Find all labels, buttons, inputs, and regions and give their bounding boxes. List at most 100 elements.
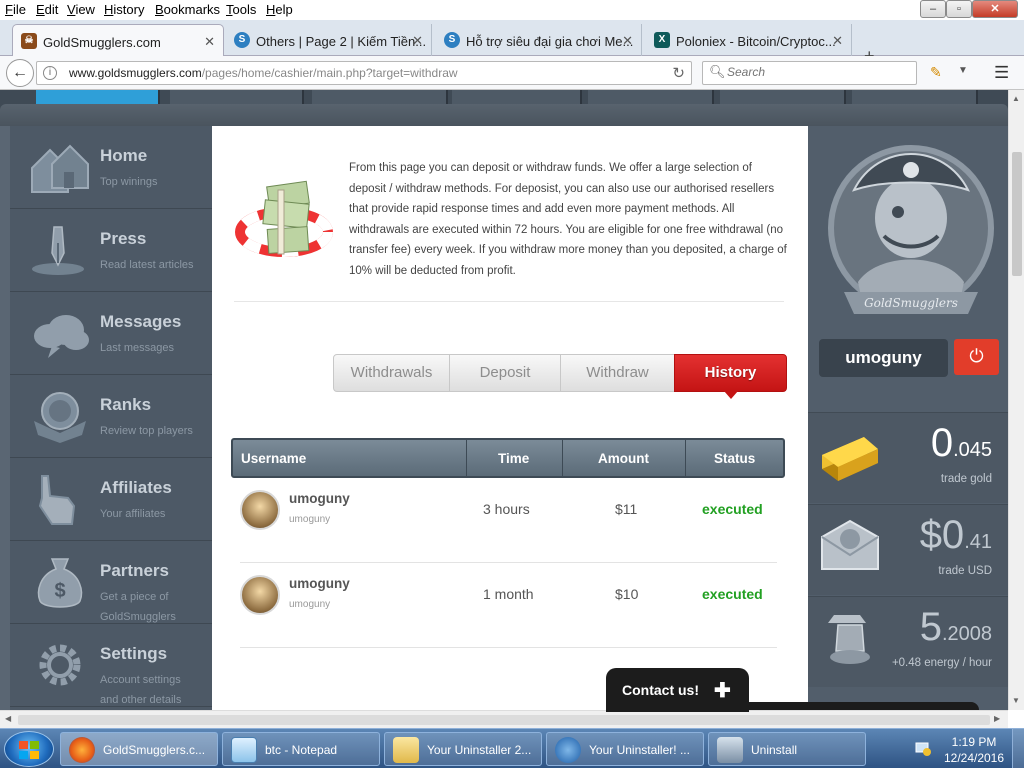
rank-badge-icon [34, 392, 86, 443]
cloud-icon [34, 315, 89, 358]
top-nav-segment[interactable] [852, 90, 978, 104]
scroll-up-icon[interactable]: ▲ [1012, 94, 1020, 103]
tab-withdraw[interactable]: Withdraw [560, 354, 675, 392]
tab-goldsmugglers[interactable]: ☠ GoldSmugglers.com ✕ [12, 24, 224, 56]
minimize-button[interactable]: – [920, 0, 946, 18]
sidebar-item-press[interactable]: Press Read latest articles [10, 209, 212, 292]
taskbar-notepad[interactable]: btc - Notepad [222, 732, 380, 766]
network-tray-icon[interactable] [914, 739, 932, 757]
taskbar-firefox[interactable]: GoldSmugglers.c... [60, 732, 218, 766]
top-nav-segment[interactable] [312, 90, 448, 104]
cashier-content: From this page you can deposit or withdr… [212, 126, 808, 710]
contact-us-label: Contact us! [622, 682, 699, 698]
url-bar[interactable]: i www.goldsmugglers.com/pages/home/cashi… [36, 61, 692, 85]
scroll-thumb[interactable] [1012, 152, 1022, 276]
logout-button[interactable]: ⏻ [954, 339, 999, 375]
back-button[interactable]: ← [6, 59, 34, 87]
close-tab-icon[interactable]: ✕ [832, 33, 843, 49]
sidebar-item-label: Affiliates [100, 478, 172, 497]
sidebar-item-label: Settings [100, 644, 168, 663]
system-clock[interactable]: 1:19 PM 12/24/2016 [943, 734, 1005, 766]
menu-bar: File Edit View History Bookmarks Tools H… [0, 0, 1024, 20]
energy-value: 5.2008 [919, 605, 992, 649]
username-display[interactable]: umoguny [819, 339, 948, 377]
row-username[interactable]: umoguny [289, 576, 350, 591]
row-username[interactable]: umoguny [289, 491, 350, 506]
uninstall-icon [717, 737, 743, 763]
site-info-icon[interactable]: i [43, 66, 57, 80]
row-status: executed [702, 586, 763, 602]
top-nav-segment[interactable] [588, 90, 714, 104]
sidebar-item-messages[interactable]: Messages Last messages [10, 292, 212, 375]
scroll-down-icon[interactable]: ▼ [1012, 696, 1020, 705]
tab-title: Hỗ trợ siêu đại gia chơi Me... [466, 34, 634, 49]
menu-history[interactable]: History [104, 2, 144, 17]
tab-title: Poloniex - Bitcoin/Cryptoc... [676, 34, 836, 49]
menu-hamburger-icon[interactable]: ☰ [994, 63, 1009, 83]
sidebar-item-affiliates[interactable]: Affiliates Your affiliates [10, 458, 212, 541]
sidebar-item-home[interactable]: Home Top winings [10, 126, 212, 209]
gold-bar-icon [822, 437, 878, 481]
scroll-left-icon[interactable]: ◀ [5, 714, 11, 723]
horizontal-scrollbar[interactable]: ◀ ▶ [0, 710, 1008, 728]
trade-gold-label: trade gold [940, 473, 992, 485]
tab-history[interactable]: History [674, 354, 787, 399]
row-time: 3 hours [483, 501, 530, 517]
plus-icon: ✚ [714, 680, 731, 702]
close-window-button[interactable]: ✕ [972, 0, 1018, 18]
sidebar-item-partners[interactable]: $ Partners Get a piece of GoldSmugglers [10, 541, 212, 624]
search-bar[interactable]: 🔍︎ [702, 61, 917, 85]
forum-favicon-icon: S [234, 32, 250, 48]
reload-icon[interactable]: ↻ [672, 64, 685, 82]
taskbar-label: Uninstall [751, 743, 798, 757]
taskbar-uninstaller-folder[interactable]: Your Uninstaller 2... [384, 732, 542, 766]
sidebar-item-label: Press [100, 229, 147, 248]
taskbar-uninstall[interactable]: Uninstall [708, 732, 866, 766]
top-nav-segment[interactable] [36, 90, 160, 104]
maximize-button[interactable]: ▫ [946, 0, 972, 18]
top-nav-segment[interactable] [720, 90, 846, 104]
contact-us-button[interactable]: Contact us! ✚ [606, 668, 749, 712]
tab-poloniex[interactable]: X Poloniex - Bitcoin/Cryptoc... ✕ [646, 24, 852, 56]
show-desktop-button[interactable] [1012, 729, 1024, 768]
sidebar-item-ranks[interactable]: Ranks Review top players [10, 375, 212, 458]
search-input[interactable] [727, 65, 907, 79]
table-row: umoguny umoguny 1 month $10 executed [240, 563, 777, 648]
taskbar-uninstaller-app[interactable]: Your Uninstaller! ... [546, 732, 704, 766]
menu-tools[interactable]: Tools [226, 2, 256, 17]
avatar[interactable] [240, 575, 280, 615]
menu-bookmarks[interactable]: Bookmarks [155, 2, 220, 17]
tab-deposit[interactable]: Deposit [449, 354, 561, 392]
top-nav-segment[interactable] [170, 90, 304, 104]
taskbar-label: GoldSmugglers.c... [103, 743, 206, 757]
close-tab-icon[interactable]: ✕ [622, 33, 633, 49]
scroll-thumb[interactable] [18, 715, 990, 725]
sidebar-item-sublabel: Top winings [100, 176, 158, 188]
close-tab-icon[interactable]: ✕ [204, 34, 215, 50]
sidebar-item-settings[interactable]: Settings Account settings and other deta… [10, 624, 212, 707]
sidebar-item-sublabel: Review top players [100, 425, 193, 437]
menu-file[interactable]: File [5, 2, 26, 17]
close-tab-icon[interactable]: ✕ [412, 33, 423, 49]
menu-edit[interactable]: Edit [36, 2, 58, 17]
start-button[interactable] [4, 731, 54, 767]
scroll-right-icon[interactable]: ▶ [994, 714, 1000, 723]
avatar[interactable] [240, 490, 280, 530]
navigation-bar: ← i www.goldsmugglers.com/pages/home/cas… [0, 56, 1024, 90]
tab-withdrawals[interactable]: Withdrawals [333, 354, 450, 392]
vertical-scrollbar[interactable]: ▲ ▼ [1008, 90, 1024, 710]
sidebar-item-sublabel: Read latest articles [100, 259, 194, 271]
house-icon [31, 144, 89, 193]
pencil-icon[interactable]: ✎ [930, 64, 942, 81]
gear-icon [39, 644, 81, 686]
tab-support[interactable]: S Hỗ trợ siêu đại gia chơi Me... ✕ [436, 24, 642, 56]
dropdown-arrow-icon[interactable]: ▼ [958, 65, 968, 76]
top-nav-segment[interactable] [452, 90, 582, 104]
tab-others[interactable]: S Others | Page 2 | Kiếm Tiền... ✕ [226, 24, 432, 56]
menu-view[interactable]: View [67, 2, 95, 17]
menu-help[interactable]: Help [266, 2, 293, 17]
row-username-sub: umoguny [289, 599, 331, 610]
taskbar-label: Your Uninstaller! ... [589, 743, 690, 757]
sidebar-item-label: Partners [100, 561, 169, 580]
column-header-username: Username [241, 451, 307, 466]
